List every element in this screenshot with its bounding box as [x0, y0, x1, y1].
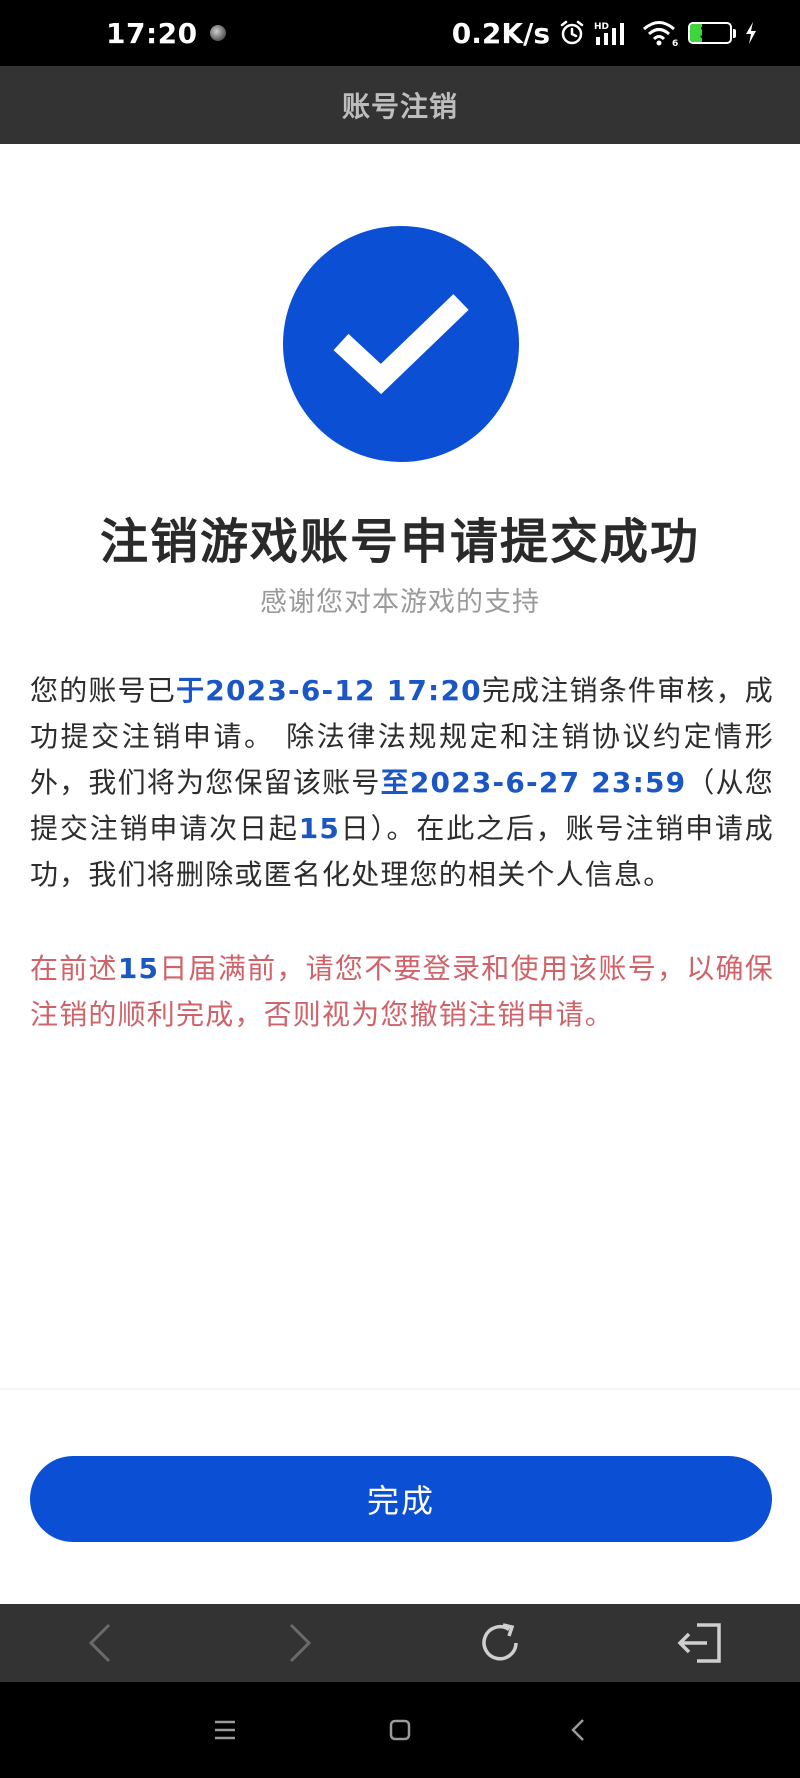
retention-days-highlight: 15: [298, 812, 341, 845]
result-subtitle: 感谢您对本游戏的支持: [260, 587, 540, 618]
status-time: 17:20: [106, 16, 198, 50]
exit-icon: [677, 1623, 721, 1663]
retention-deadline-highlight: 至2023-6-27 23:59: [380, 766, 687, 799]
cellular-signal-icon: HD: [594, 19, 634, 47]
details-text-1: 您的账号已: [30, 674, 177, 707]
forward-icon: [289, 1623, 312, 1663]
battery-level: 30: [699, 24, 721, 42]
details-paragraph: 您的账号已于2023-6-12 17:20完成注销条件审核，成功提交注销申请。 …: [30, 668, 774, 898]
back-icon: [571, 1719, 584, 1741]
warning-days-highlight: 15: [117, 952, 160, 985]
notification-dot-icon: [209, 25, 226, 41]
system-home-button[interactable]: [360, 1682, 440, 1778]
network-speed: 0.2K/s: [451, 16, 550, 50]
footer-divider: [0, 1388, 800, 1391]
done-button-label: 完成: [366, 1482, 435, 1520]
system-menu-button[interactable]: [185, 1682, 265, 1778]
battery-icon: 30: [688, 22, 736, 44]
status-right-group: 0.2K/s HD 6 30: [452, 17, 758, 50]
system-back-button[interactable]: [538, 1682, 618, 1778]
page-title: 账号注销: [341, 90, 458, 123]
system-nav-bar: [0, 1682, 800, 1778]
success-badge: [283, 226, 519, 462]
battery-body: 30: [688, 22, 732, 44]
warning-text-1: 在前述: [30, 952, 118, 985]
browser-refresh-button[interactable]: [460, 1604, 540, 1682]
header-bar: 账号注销: [0, 66, 800, 144]
checkmark-icon: [333, 294, 469, 395]
browser-forward-button[interactable]: [260, 1604, 340, 1682]
back-icon: [88, 1623, 111, 1663]
submit-time-highlight: 于2023-6-12 17:20: [176, 674, 482, 707]
done-button[interactable]: 完成: [30, 1456, 772, 1542]
wifi-6-label: 6: [672, 39, 678, 47]
warning-paragraph: 在前述15日届满前，请您不要登录和使用该账号，以确保注销的顺利完成，否则视为您撤…: [30, 946, 774, 1038]
alarm-icon: [558, 19, 586, 47]
browser-toolbar: [0, 1604, 800, 1682]
status-bar: 17:20 0.2K/s HD 6 30: [0, 0, 800, 66]
home-icon: [389, 1719, 411, 1741]
refresh-icon: [482, 1623, 518, 1661]
wifi-icon: 6: [642, 19, 680, 47]
battery-tip: [733, 28, 736, 38]
browser-back-button[interactable]: [60, 1604, 140, 1682]
result-title: 注销游戏账号申请提交成功: [99, 514, 700, 570]
browser-exit-button[interactable]: [660, 1604, 740, 1682]
signal-hd-label: HD: [594, 22, 609, 32]
charging-bolt-icon: [744, 21, 758, 45]
menu-icon: [215, 1720, 235, 1740]
